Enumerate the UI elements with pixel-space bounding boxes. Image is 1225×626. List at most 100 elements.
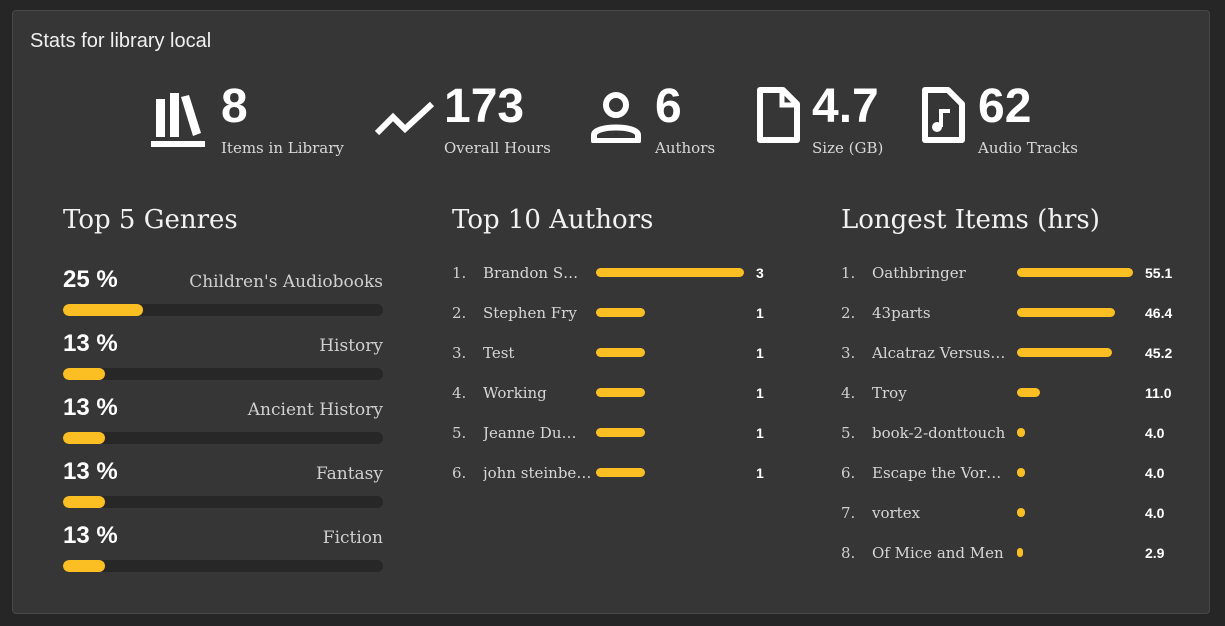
author-rank: 3. <box>452 344 467 362</box>
genre-progress-fill <box>63 304 143 316</box>
item-rank: 7. <box>841 504 856 522</box>
genre-progress-track <box>63 496 383 508</box>
item-hours-bar <box>1017 388 1040 397</box>
item-hours-bar <box>1017 468 1025 477</box>
genre-percent: 13 % <box>63 458 118 485</box>
item-rank: 8. <box>841 544 856 562</box>
author-row: 4. Working 1 <box>452 383 772 403</box>
longest-item-row: 4. Troy 11.0 <box>841 383 1181 403</box>
author-name: Jeanne DuPr... <box>483 424 583 442</box>
longest-item-row: 1. Oathbringer 55.1 <box>841 263 1181 283</box>
authors-title: Top 10 Authors <box>452 205 654 235</box>
author-count: 1 <box>756 465 764 481</box>
author-rank: 4. <box>452 384 467 402</box>
longest-item-row: 5. book-2-donttouch 4.0 <box>841 423 1181 443</box>
item-title: Escape the Vortex <box>872 464 1006 482</box>
file-icon <box>755 87 801 148</box>
genre-item: 25 % Children's Audiobooks <box>63 266 383 326</box>
genre-progress-fill <box>63 368 105 380</box>
author-rank: 1. <box>452 264 467 282</box>
genre-item: 13 % History <box>63 330 383 390</box>
item-title: 43parts <box>872 304 931 322</box>
genre-percent: 13 % <box>63 522 118 549</box>
item-title: book-2-donttouch <box>872 424 1006 442</box>
item-rank: 3. <box>841 344 856 362</box>
audio-file-icon <box>920 87 966 148</box>
stat-label: Size (GB) <box>812 139 884 157</box>
stat-value: 173 <box>444 80 525 133</box>
author-row: 2. Stephen Fry 1 <box>452 303 772 323</box>
genre-progress-fill <box>63 496 105 508</box>
genre-item: 13 % Fiction <box>63 522 383 582</box>
item-hours-bar <box>1017 308 1115 317</box>
library-stats-panel: Stats for library local 8 Items in Libra… <box>12 10 1210 614</box>
author-count: 1 <box>756 345 764 361</box>
item-hours: 55.1 <box>1145 265 1173 281</box>
item-hours: 45.2 <box>1145 345 1173 361</box>
item-title: Oathbringer <box>872 264 966 282</box>
genres-title: Top 5 Genres <box>63 205 238 235</box>
author-bar <box>596 308 645 317</box>
longest-items-title: Longest Items (hrs) <box>841 205 1100 235</box>
stat-value: 4.7 <box>812 80 879 133</box>
item-hours-bar <box>1017 348 1112 357</box>
author-row: 6. john steinbeck 1 <box>452 463 772 483</box>
author-count: 3 <box>756 265 764 281</box>
author-row: 5. Jeanne DuPr... 1 <box>452 423 772 443</box>
stat-value: 62 <box>978 80 1032 133</box>
genre-progress-track <box>63 560 383 572</box>
trending-up-icon <box>374 99 436 144</box>
item-title: Alcatraz Versus ... <box>872 344 1006 362</box>
stat-value: 8 <box>221 80 248 133</box>
genre-progress-fill <box>63 560 105 572</box>
author-bar <box>596 348 645 357</box>
item-rank: 5. <box>841 424 856 442</box>
longest-item-row: 6. Escape the Vortex 4.0 <box>841 463 1181 483</box>
author-count: 1 <box>756 305 764 321</box>
author-row: 1. Brandon Sa... 3 <box>452 263 772 283</box>
item-rank: 4. <box>841 384 856 402</box>
item-hours: 2.9 <box>1145 545 1165 561</box>
longest-item-row: 8. Of Mice and Men 2.9 <box>841 543 1181 563</box>
item-hours-bar <box>1017 268 1133 277</box>
books-icon <box>151 87 205 152</box>
author-rank: 6. <box>452 464 467 482</box>
genre-name: History <box>319 336 383 356</box>
item-title: Of Mice and Men <box>872 544 1004 562</box>
genre-name: Fiction <box>322 528 383 548</box>
item-hours: 4.0 <box>1145 425 1165 441</box>
item-hours: 46.4 <box>1145 305 1173 321</box>
author-row: 3. Test 1 <box>452 343 772 363</box>
item-hours-bar <box>1017 548 1023 557</box>
genre-name: Fantasy <box>315 464 383 484</box>
longest-item-row: 3. Alcatraz Versus ... 45.2 <box>841 343 1181 363</box>
item-hours: 4.0 <box>1145 505 1165 521</box>
author-name: Brandon Sa... <box>483 264 583 282</box>
stat-label: Audio Tracks <box>978 139 1078 157</box>
genre-name: Children's Audiobooks <box>189 272 383 292</box>
item-rank: 1. <box>841 264 856 282</box>
longest-item-row: 2. 43parts 46.4 <box>841 303 1181 323</box>
stat-value: 6 <box>655 80 682 133</box>
genre-progress-track <box>63 304 383 316</box>
genre-percent: 13 % <box>63 330 118 357</box>
author-bar <box>596 268 744 277</box>
author-count: 1 <box>756 425 764 441</box>
author-name: Stephen Fry <box>483 304 577 322</box>
genre-item: 13 % Ancient History <box>63 394 383 454</box>
author-name: Test <box>483 344 515 362</box>
author-count: 1 <box>756 385 764 401</box>
genre-percent: 25 % <box>63 266 118 293</box>
genre-progress-track <box>63 432 383 444</box>
author-name: Working <box>483 384 547 402</box>
genre-progress-track <box>63 368 383 380</box>
person-icon <box>590 91 642 148</box>
genre-progress-fill <box>63 432 105 444</box>
item-hours-bar <box>1017 508 1025 517</box>
item-hours-bar <box>1017 428 1025 437</box>
author-rank: 2. <box>452 304 467 322</box>
genre-item: 13 % Fantasy <box>63 458 383 518</box>
author-bar <box>596 388 645 397</box>
stat-label: Overall Hours <box>444 139 551 157</box>
genre-name: Ancient History <box>247 400 383 420</box>
